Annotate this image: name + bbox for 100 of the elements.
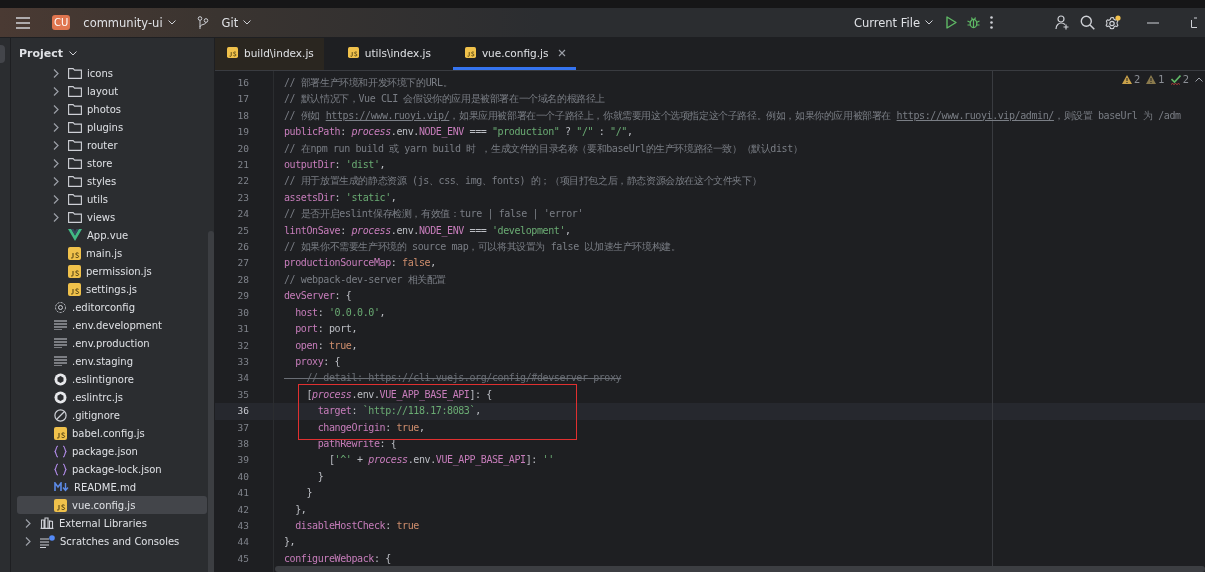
tree-item[interactable]: .editorconfig [17, 298, 207, 316]
vue-file-icon [68, 229, 82, 241]
code-line: lintOnSave: process.env.NODE_ENV === 'development', [284, 223, 572, 239]
tree-item[interactable]: main.js [17, 244, 207, 262]
tree-item[interactable]: External Libraries [17, 514, 207, 532]
line-number: 34 [236, 371, 250, 386]
tree-item[interactable]: views [17, 208, 207, 226]
line-number: 25 [236, 223, 250, 238]
code-line: // 如果你不需要生产环境的 source map，可以将其设置为 false 以加速生产环境构建。 [284, 240, 681, 255]
tree-item[interactable]: package-lock.json [17, 460, 207, 478]
editor-tab[interactable]: vue.config.js [452, 38, 577, 70]
tree-item[interactable]: babel.config.js [17, 424, 207, 442]
tree-item[interactable]: store [17, 154, 207, 172]
chevron-down-icon [243, 20, 252, 25]
line-number: 30 [236, 305, 250, 320]
markdown-icon [54, 482, 69, 492]
chevron-right-icon[interactable] [53, 104, 59, 114]
gear-icon [54, 300, 67, 314]
line-number: 23 [236, 190, 250, 205]
library-icon [40, 517, 54, 529]
chevron-up-icon[interactable] [1195, 77, 1203, 82]
tree-item[interactable]: styles [17, 172, 207, 190]
line-number: 17 [236, 92, 250, 107]
project-switcher[interactable]: community-ui [80, 13, 179, 32]
scrollbar[interactable] [275, 566, 1205, 572]
code-line: // 默认情况下，Vue CLI 会假设你的应用是被部署在一个域名的根路径上 [284, 92, 606, 107]
tree-item[interactable]: App.vue [17, 226, 207, 244]
chevron-right-icon[interactable] [53, 194, 59, 204]
line-number: 29 [236, 289, 250, 304]
code-line: // 例如 https://www.ruoyi.vip/，如果应用被部署在一个子路径上，你就需要用这个选项指定这个子路径。例如，如果你的应用被部署在 https://www.ruoyi.vip/admin/，则设置 baseUrl 为 /adm [284, 108, 1181, 123]
chevron-right-icon[interactable] [53, 122, 59, 132]
tree-item[interactable]: package.json [17, 442, 207, 460]
tree-item[interactable]: router [17, 136, 207, 154]
chevron-right-icon[interactable] [53, 68, 59, 78]
tree-item[interactable]: README.md [17, 478, 207, 496]
vcs-dropdown[interactable]: Git [218, 13, 255, 32]
run-icon[interactable] [946, 16, 957, 29]
chevron-right-icon[interactable] [53, 176, 59, 186]
inspection-count[interactable]: 1 [1146, 74, 1165, 85]
tree-item[interactable]: layout [17, 82, 207, 100]
tree-item[interactable]: Scratches and Consoles [17, 532, 207, 550]
restore-icon[interactable] [1191, 17, 1197, 28]
folder-icon [68, 193, 82, 205]
text-file-icon [54, 338, 67, 348]
tree-item[interactable]: permission.js [17, 262, 207, 280]
line-number: 38 [236, 436, 250, 451]
more-icon[interactable] [990, 16, 993, 29]
close-icon[interactable] [558, 48, 567, 57]
tree-item[interactable]: .eslintrc.js [17, 388, 207, 406]
line-number: 21 [236, 158, 250, 173]
chevron-right-icon[interactable] [53, 140, 59, 150]
line-number: 43 [236, 518, 250, 533]
chevron-right-icon[interactable] [53, 86, 59, 96]
branch-icon [196, 15, 209, 30]
bug-icon[interactable] [967, 16, 980, 29]
line-number: 20 [236, 141, 250, 156]
js-file-icon [54, 426, 67, 440]
folder-icon [68, 67, 82, 79]
chevron-down-icon [69, 51, 78, 56]
inspection-count[interactable]: 2 [1170, 74, 1189, 85]
tree-item[interactable]: .env.development [17, 316, 207, 334]
code-line: outputDir: 'dist', [284, 158, 387, 173]
url-link[interactable]: https://www.ruoyi.vip/ [325, 109, 450, 121]
settings-icon[interactable] [1105, 14, 1121, 31]
project-badge: CU [52, 15, 71, 30]
tree-item[interactable]: .gitignore [17, 406, 207, 424]
run-config-dropdown[interactable]: Current File [850, 13, 936, 32]
editor-tab[interactable]: build\index.js [215, 38, 324, 70]
code-line: host: '0.0.0.0', [294, 305, 387, 320]
tree-item[interactable]: plugins [17, 118, 207, 136]
tree-item[interactable]: .eslintignore [17, 370, 207, 388]
line-number: 45 [236, 551, 250, 566]
chevron-right-icon[interactable] [53, 212, 59, 222]
inspection-count[interactable]: 2 [1121, 74, 1141, 85]
chevron-right-icon[interactable] [25, 518, 31, 528]
tree-item[interactable]: utils [17, 190, 207, 208]
editor-tab[interactable]: utils\index.js [335, 38, 441, 70]
tree-item[interactable]: icons [17, 64, 207, 82]
add-user-icon[interactable] [1055, 15, 1070, 30]
tree-item[interactable]: vue.config.js [17, 496, 207, 514]
line-number: 32 [236, 338, 250, 353]
code-line: changeOrigin: true, [316, 420, 426, 435]
code-line: // 用于放置生成的静态资源 (js、css、img、fonts) 的；（项目打包之后，静态资源会放在这个文件夹下） [284, 174, 762, 189]
url-link[interactable]: https://www.ruoyi.vip/admin/ [896, 109, 1054, 121]
scrollbar[interactable] [208, 231, 214, 572]
panel-title-dropdown[interactable]: Project [16, 47, 81, 60]
tree-item[interactable]: photos [17, 100, 207, 118]
line-number: 39 [236, 453, 250, 468]
tree-item[interactable]: .env.production [17, 334, 207, 352]
folder-icon [68, 121, 82, 133]
minimize-icon[interactable] [1147, 21, 1159, 24]
tree-item[interactable]: .env.staging [17, 352, 207, 370]
chevron-right-icon[interactable] [25, 536, 31, 546]
search-icon[interactable] [1080, 15, 1095, 30]
tree-item[interactable]: settings.js [17, 280, 207, 298]
blocked-icon [54, 408, 67, 422]
js-file-icon [68, 282, 81, 296]
tool-window-handle[interactable] [0, 45, 5, 63]
chevron-right-icon[interactable] [53, 158, 59, 168]
menu-icon[interactable] [16, 16, 30, 29]
